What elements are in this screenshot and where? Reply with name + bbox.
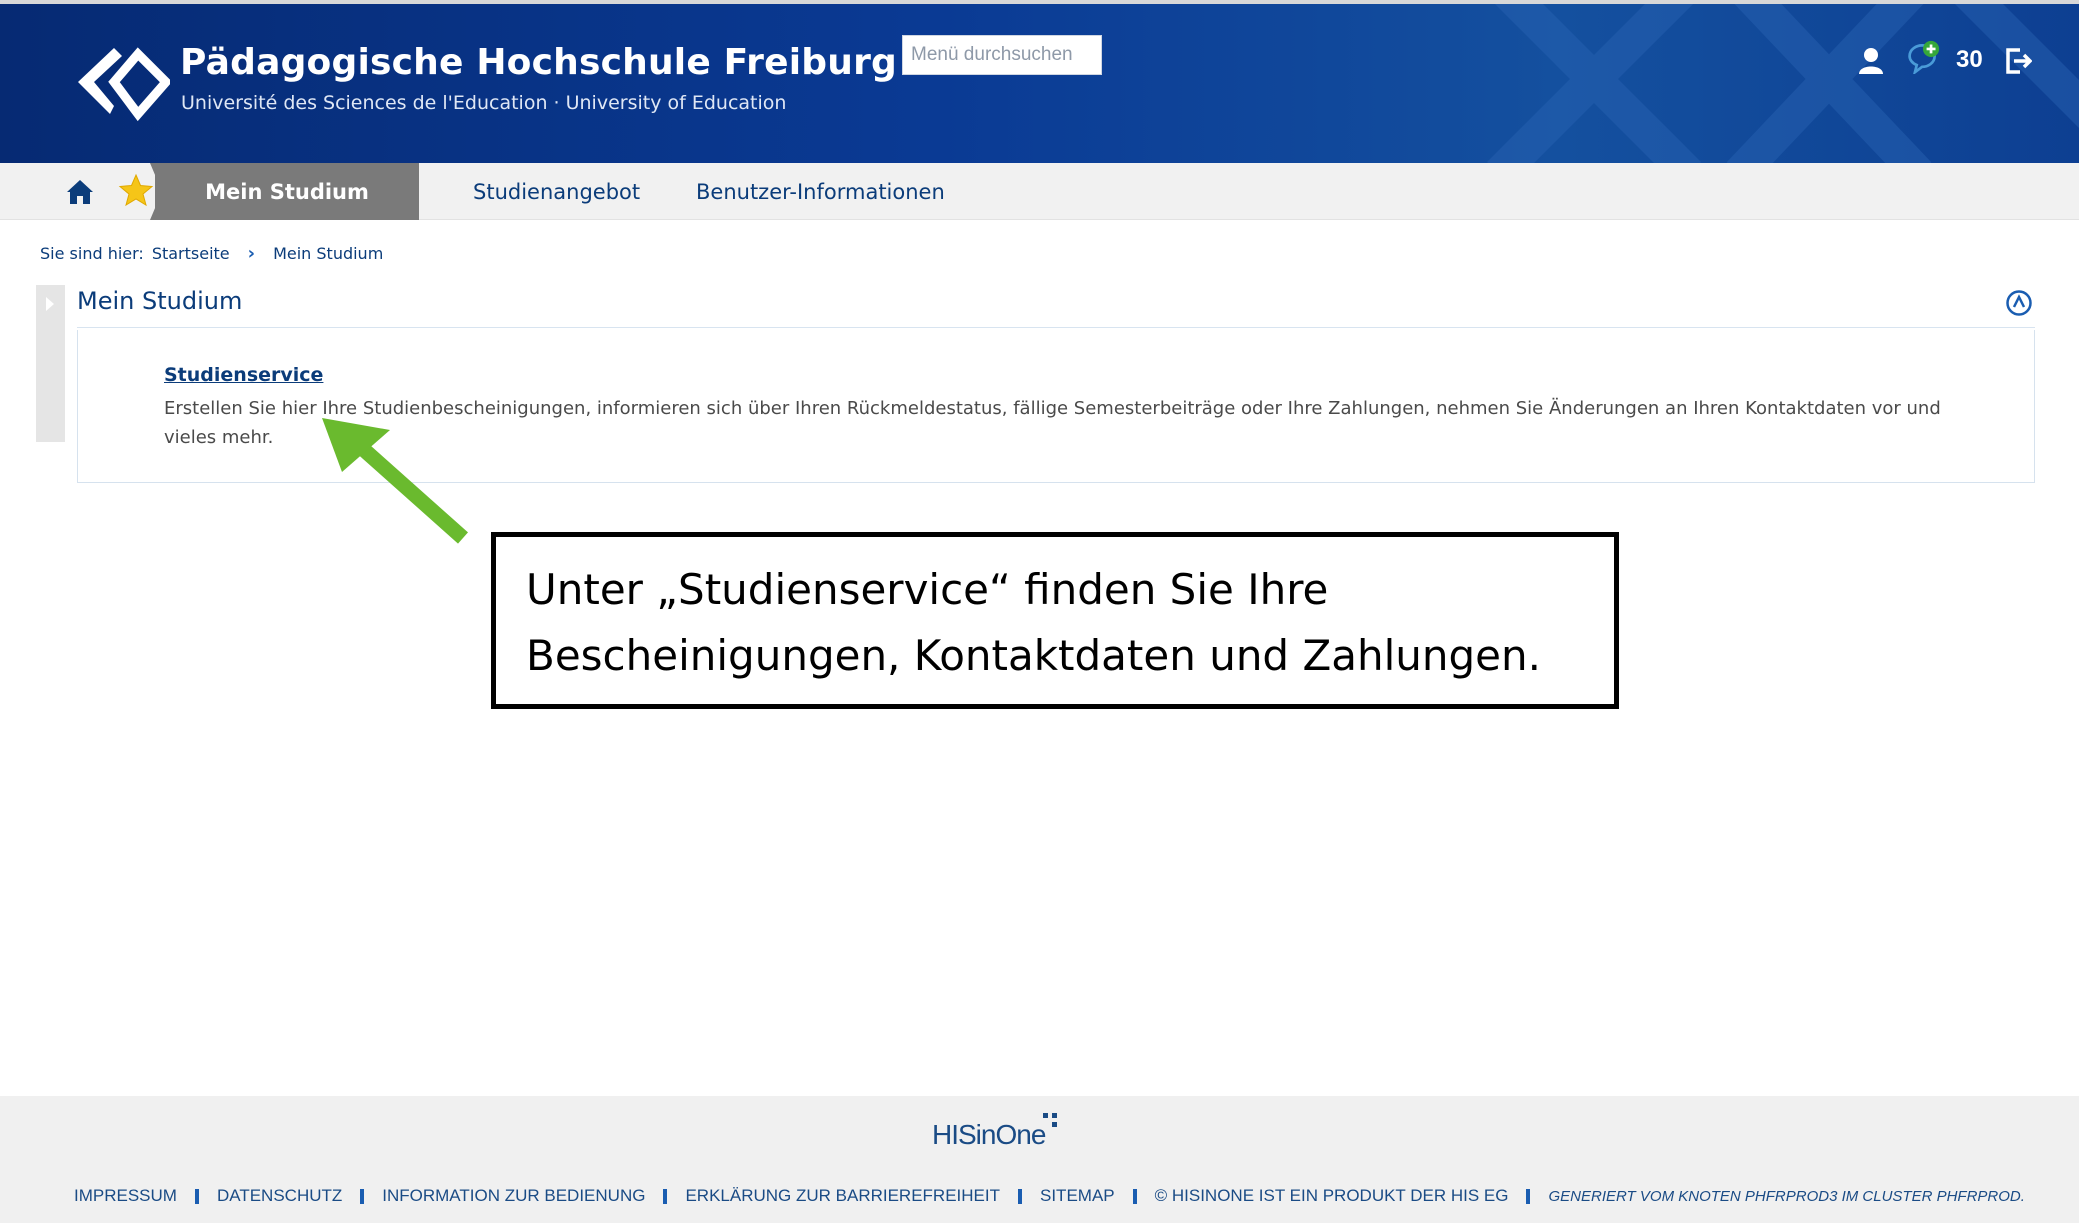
university-name[interactable]: Pädagogische Hochschule Freiburg xyxy=(180,42,897,83)
footer-link-bedienung[interactable]: INFORMATION ZUR BEDIENUNG xyxy=(382,1186,645,1206)
breadcrumb-startseite[interactable]: Startseite xyxy=(152,244,230,263)
studienservice-link[interactable]: Studienservice xyxy=(164,364,323,386)
tab-benutzer-informationen[interactable]: Benutzer-Informationen xyxy=(696,163,945,220)
breadcrumb: Sie sind hier: Startseite › Mein Studium xyxy=(40,243,383,264)
star-icon[interactable] xyxy=(118,173,154,207)
user-icon[interactable] xyxy=(1857,44,1885,78)
site-header: Pädagogische Hochschule Freiburg Univers… xyxy=(0,0,2079,163)
notification-count[interactable]: 30 xyxy=(1956,46,1983,74)
footer-link-sitemap[interactable]: SITEMAP xyxy=(1040,1186,1115,1206)
footer-links: IMPRESSUM DATENSCHUTZ INFORMATION ZUR BE… xyxy=(74,1186,2025,1206)
footer-separator xyxy=(1018,1188,1022,1204)
header-decoration xyxy=(1486,4,2079,163)
chat-add-icon[interactable] xyxy=(1904,40,1942,74)
footer-separator xyxy=(663,1188,668,1204)
tab-mein-studium[interactable]: Mein Studium xyxy=(155,163,419,220)
nav-separator xyxy=(150,163,166,220)
sidebar-toggle[interactable] xyxy=(36,285,65,442)
tab-studienangebot[interactable]: Studienangebot xyxy=(473,163,640,220)
university-logo[interactable] xyxy=(74,42,170,122)
collapse-up-icon[interactable] xyxy=(2005,289,2033,317)
annotation-line-2: Bescheinigungen, Kontaktdaten und Zahlun… xyxy=(526,631,1541,680)
footer-separator xyxy=(360,1188,365,1204)
breadcrumb-prefix: Sie sind hier: xyxy=(40,244,144,263)
breadcrumb-current: Mein Studium xyxy=(273,244,384,263)
annotation-line-1: Unter „Studienservice“ finden Sie Ihre xyxy=(526,565,1329,614)
home-icon[interactable] xyxy=(64,177,96,207)
footer-separator xyxy=(1526,1188,1531,1204)
footer-generated-info: GENERIERT VOM KNOTEN PHFRPROD3 IM CLUSTE… xyxy=(1548,1187,2025,1205)
logout-icon[interactable] xyxy=(2004,44,2032,78)
breadcrumb-chevron-icon: › xyxy=(247,243,256,264)
university-subtitle: Université des Sciences de l'Education ·… xyxy=(181,92,787,114)
hisinone-logo[interactable]: HISinOne xyxy=(932,1119,1046,1151)
footer-link-datenschutz[interactable]: DATENSCHUTZ xyxy=(217,1186,342,1206)
title-divider xyxy=(77,327,2035,328)
hisinone-dots-icon xyxy=(1043,1113,1057,1127)
annotation-callout: Unter „Studienservice“ finden Sie Ihre B… xyxy=(491,532,1619,709)
expand-arrow-icon xyxy=(46,297,54,311)
page-title: Mein Studium xyxy=(77,287,243,315)
footer-separator xyxy=(1132,1188,1137,1204)
main-navigation: Mein Studium Studienangebot Benutzer-Inf… xyxy=(0,163,2079,220)
menu-search-input[interactable]: Menü durchsuchen xyxy=(902,35,1102,75)
footer-link-barrierefreiheit[interactable]: ERKLÄRUNG ZUR BARRIEREFREIHEIT xyxy=(685,1186,1000,1206)
footer-link-impressum[interactable]: IMPRESSUM xyxy=(74,1186,177,1206)
pointer-arrow-icon xyxy=(322,418,468,544)
footer-separator xyxy=(194,1188,199,1204)
footer-link-his-eg[interactable]: © HISINONE IST EIN PRODUKT DER HIS EG xyxy=(1155,1186,1509,1206)
